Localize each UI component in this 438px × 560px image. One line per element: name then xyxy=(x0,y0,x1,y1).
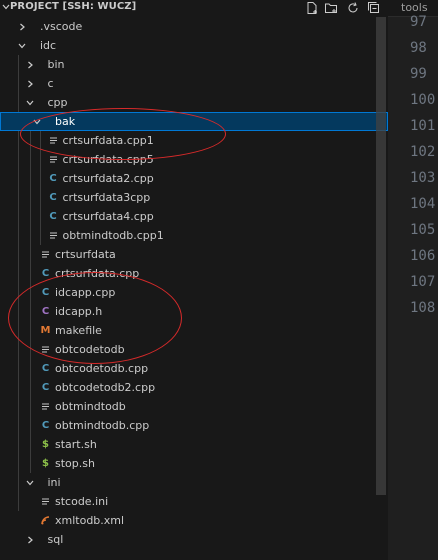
chevron-down-icon[interactable] xyxy=(26,479,34,487)
file-label: crtsurfdata xyxy=(55,248,116,261)
file-label: obtmindtodb xyxy=(55,400,126,413)
chevron-right-icon[interactable] xyxy=(26,61,34,69)
folder-label: sql xyxy=(47,533,64,546)
file-row[interactable]: Cobtmindtodb.cpp xyxy=(0,416,388,435)
chevron-down-icon[interactable] xyxy=(26,99,34,107)
file-label: stcode.ini xyxy=(55,495,109,508)
folder-row[interactable]: bin xyxy=(0,55,388,74)
file-row[interactable]: stcode.ini xyxy=(0,492,388,511)
explorer-panel: PROJECT [SSH: WUCZ] .vscode idc bin c cpp bak… xyxy=(0,0,388,560)
line-number: 105 xyxy=(410,222,436,238)
folder-row[interactable]: .vscode xyxy=(0,17,388,36)
scrollbar[interactable] xyxy=(376,17,386,495)
annotation-circle xyxy=(8,272,182,364)
chevron-right-icon[interactable] xyxy=(18,23,26,31)
folder-label: ini xyxy=(47,476,61,489)
folder-row[interactable]: idc xyxy=(0,36,388,55)
cpp-file-icon: C xyxy=(49,211,57,222)
file-row[interactable]: Ccrtsurfdata2.cpp xyxy=(0,169,388,188)
folder-label: bin xyxy=(47,58,65,71)
folder-row[interactable]: ini xyxy=(0,473,388,492)
text-file-icon xyxy=(40,249,51,260)
file-label: obtcodetodb2.cpp xyxy=(55,381,156,394)
file-label: crtsurfdata4.cpp xyxy=(62,210,154,223)
chevron-right-icon[interactable] xyxy=(26,80,34,88)
shell-script-icon: $ xyxy=(42,439,49,450)
text-file-icon xyxy=(48,230,59,241)
chevron-down-icon[interactable] xyxy=(18,42,26,50)
cpp-file-icon: C xyxy=(41,382,50,393)
file-label: xmltodb.xml xyxy=(55,514,125,527)
line-number: 106 xyxy=(410,248,436,264)
line-number: 108 xyxy=(410,300,436,316)
chevron-down-icon[interactable] xyxy=(2,3,10,11)
file-row[interactable]: Ccrtsurfdata4.cpp xyxy=(0,207,388,226)
folder-row[interactable]: cpp xyxy=(0,93,388,112)
refresh-icon[interactable] xyxy=(346,1,360,15)
line-number: 98 xyxy=(410,40,427,56)
folder-label: cpp xyxy=(47,96,68,109)
new-file-icon[interactable] xyxy=(305,1,319,15)
file-row[interactable]: obtmindtodb xyxy=(0,397,388,416)
cpp-file-icon: C xyxy=(49,173,57,184)
cpp-file-icon: C xyxy=(49,192,57,203)
file-row[interactable]: crtsurfdata xyxy=(0,245,388,264)
file-row[interactable]: Cobtcodetodb.cpp xyxy=(0,359,388,378)
explorer-header[interactable]: PROJECT [SSH: WUCZ] xyxy=(0,0,388,17)
file-row[interactable]: obtmindtodb.cpp1 xyxy=(0,226,388,245)
annotation-circle xyxy=(20,108,226,160)
line-number: 103 xyxy=(410,170,436,186)
file-label: crtsurfdata2.cpp xyxy=(62,172,154,185)
new-folder-icon[interactable] xyxy=(324,1,338,15)
text-file-icon xyxy=(40,401,51,412)
file-row[interactable]: Cobtcodetodb2.cpp xyxy=(0,378,388,397)
explorer-title: PROJECT [SSH: WUCZ] xyxy=(10,1,137,12)
file-row[interactable]: Ccrtsurfdata3cpp xyxy=(0,188,388,207)
cpp-file-icon: C xyxy=(41,420,50,431)
folder-label: .vscode xyxy=(40,20,83,33)
text-file-icon xyxy=(40,496,51,507)
folder-label: idc xyxy=(40,39,57,52)
file-label: start.sh xyxy=(55,438,97,451)
collapse-all-icon[interactable] xyxy=(367,1,381,15)
line-number: 107 xyxy=(410,274,436,290)
text-file-icon xyxy=(48,154,59,165)
shell-script-icon: $ xyxy=(42,458,49,469)
file-row[interactable]: $ start.sh xyxy=(0,435,388,454)
line-number: 100 xyxy=(410,92,436,108)
file-label: crtsurfdata3cpp xyxy=(62,191,151,204)
line-number: 101 xyxy=(410,118,436,134)
folder-label: c xyxy=(47,77,54,90)
line-number: 99 xyxy=(410,66,427,82)
file-label: obtmindtodb.cpp1 xyxy=(62,229,164,242)
folder-row[interactable]: c xyxy=(0,74,388,93)
file-label: obtmindtodb.cpp xyxy=(55,419,150,432)
cpp-file-icon: C xyxy=(41,363,50,374)
line-number: 102 xyxy=(410,144,436,160)
file-row[interactable]: xmltodb.xml xyxy=(0,511,388,530)
folder-row[interactable]: sql xyxy=(0,530,388,549)
xml-file-icon xyxy=(40,515,51,526)
cpp-file-icon: C xyxy=(41,268,50,279)
line-number: 97 xyxy=(410,14,427,30)
chevron-right-icon[interactable] xyxy=(26,536,34,544)
line-number: 104 xyxy=(410,196,436,212)
file-row[interactable]: $ stop.sh xyxy=(0,454,388,473)
file-label: stop.sh xyxy=(55,457,95,470)
editor-area[interactable]: tools 97 98 99 100 101 102 103 104 105 106 107 108 xyxy=(388,0,438,560)
